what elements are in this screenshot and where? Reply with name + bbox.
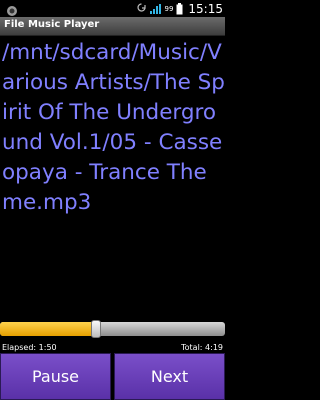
status-clock: 15:15 — [188, 1, 223, 16]
progress-seekbar[interactable] — [0, 322, 225, 336]
status-bar: 99 15:15 — [0, 0, 225, 17]
title-bar: File Music Player — [0, 17, 225, 36]
battery-level: 99 — [164, 4, 174, 13]
signal-icon — [149, 3, 162, 15]
next-button[interactable]: Next — [114, 353, 225, 400]
usb-sync-icon — [137, 3, 147, 14]
total-time: Total: 4:19 — [181, 343, 223, 352]
elapsed-time: Elapsed: 1:50 — [2, 343, 57, 352]
progress-thumb[interactable] — [90, 320, 101, 338]
progress-fill — [0, 322, 96, 336]
pause-button[interactable]: Pause — [0, 353, 111, 400]
app-title: File Music Player — [4, 19, 100, 30]
battery-icon — [176, 2, 183, 15]
status-icons: 99 15:15 — [137, 0, 223, 17]
notification-icon — [6, 2, 18, 16]
track-file-path: /mnt/sdcard/Music/Various Artists/The Sp… — [2, 40, 225, 215]
